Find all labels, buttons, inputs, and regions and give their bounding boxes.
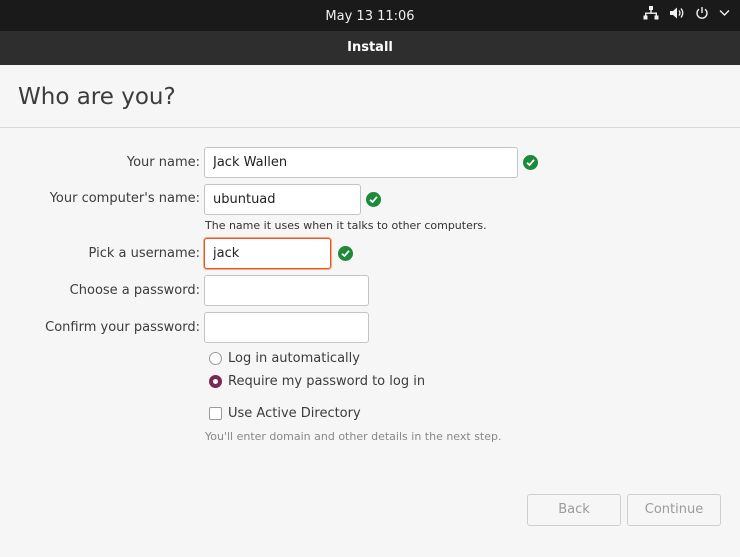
- login-automatically-radio[interactable]: [209, 352, 222, 365]
- active-directory-label: Use Active Directory: [228, 406, 361, 421]
- computer-name-valid-check-icon: [366, 192, 381, 207]
- volume-icon[interactable]: [669, 6, 685, 20]
- name-valid-check-icon: [523, 155, 538, 170]
- continue-button[interactable]: Continue: [627, 494, 721, 526]
- computer-name-label: Your computer's name:: [49, 191, 200, 206]
- clock[interactable]: May 13 11:06: [0, 9, 740, 24]
- login-automatically-label: Log in automatically: [228, 351, 360, 366]
- window-title-bar: Install: [0, 31, 740, 65]
- require-password-label: Require my password to log in: [228, 374, 426, 389]
- power-icon[interactable]: [695, 6, 709, 20]
- window-title: Install: [347, 40, 393, 55]
- active-directory-hint: You'll enter domain and other details in…: [205, 430, 502, 443]
- computer-name-hint: The name it uses when it talks to other …: [205, 219, 487, 232]
- require-password-radio[interactable]: [209, 375, 222, 388]
- confirm-password-input[interactable]: [204, 312, 369, 343]
- active-directory-checkbox[interactable]: [209, 407, 222, 420]
- header-divider: [0, 127, 740, 128]
- page-title: Who are you?: [18, 84, 176, 110]
- chevron-down-icon[interactable]: [719, 9, 730, 17]
- username-input[interactable]: [204, 238, 331, 269]
- name-input[interactable]: [204, 147, 518, 178]
- system-top-bar: May 13 11:06: [0, 0, 740, 31]
- password-input[interactable]: [204, 275, 369, 306]
- require-password-option[interactable]: Require my password to log in: [209, 374, 425, 389]
- password-label: Choose a password:: [69, 283, 200, 298]
- active-directory-option[interactable]: Use Active Directory: [209, 406, 361, 421]
- network-icon[interactable]: [643, 6, 659, 20]
- name-label: Your name:: [126, 155, 200, 170]
- system-tray[interactable]: [643, 6, 730, 20]
- computer-name-input[interactable]: [204, 184, 361, 215]
- back-button[interactable]: Back: [527, 494, 621, 526]
- username-valid-check-icon: [338, 246, 353, 261]
- username-label: Pick a username:: [88, 246, 200, 261]
- confirm-password-label: Confirm your password:: [45, 320, 200, 335]
- login-automatically-option[interactable]: Log in automatically: [209, 351, 360, 366]
